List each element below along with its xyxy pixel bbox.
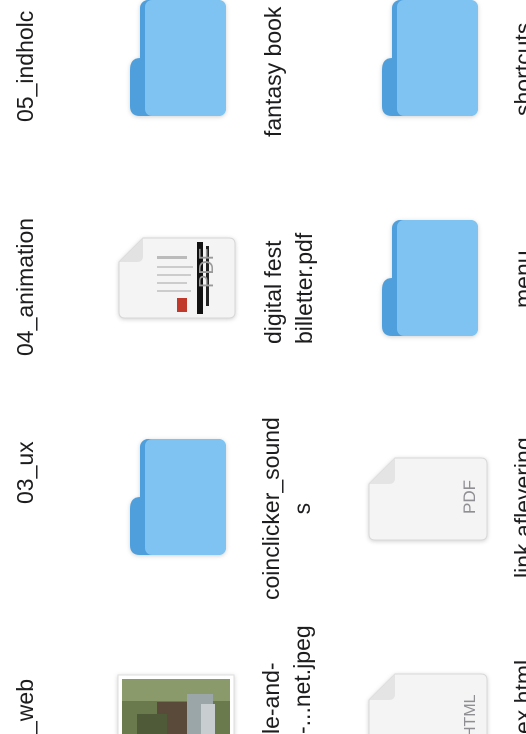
- file-label-jpeg[interactable]: le-and- -...net.jpeg: [256, 625, 318, 734]
- file-label-html[interactable]: ex.html: [508, 660, 526, 734]
- file-label-03-ux[interactable]: 03_ux: [10, 441, 41, 504]
- pdf-badge-label: PDF: [460, 480, 479, 514]
- pdf-badge-label: PDF: [196, 248, 218, 288]
- file-label-menu[interactable]: menu: [508, 250, 526, 308]
- file-label-shortcuts[interactable]: shortcuts: [508, 23, 526, 116]
- file-label-fantasy[interactable]: fantasy book: [258, 7, 289, 137]
- file-label-digital-fest[interactable]: digital fest billetter.pdf: [258, 233, 320, 344]
- pdf-document-icon[interactable]: PDF: [117, 236, 237, 320]
- file-label-link-aflevering[interactable]: link aflevering: [508, 437, 526, 578]
- folder-icon[interactable]: [378, 0, 482, 118]
- file-label-05-indhold[interactable]: 05_indholc: [10, 11, 41, 122]
- file-label-web[interactable]: _web: [10, 679, 41, 734]
- folder-icon[interactable]: [378, 218, 482, 338]
- finder-icon-view: 05_indholc 04_animation 03_ux _web PDF f…: [0, 0, 526, 734]
- html-badge-label: HTML: [462, 694, 479, 734]
- folder-icon[interactable]: [126, 437, 230, 557]
- html-document-icon[interactable]: HTML: [367, 672, 489, 734]
- folder-icon[interactable]: [126, 0, 230, 118]
- file-label-04-animation[interactable]: 04_animation: [10, 218, 41, 356]
- image-thumbnail-icon[interactable]: [117, 674, 235, 734]
- file-label-coinclicker[interactable]: coinclicker_sound s: [256, 417, 318, 600]
- pdf-document-icon[interactable]: PDF: [367, 456, 489, 542]
